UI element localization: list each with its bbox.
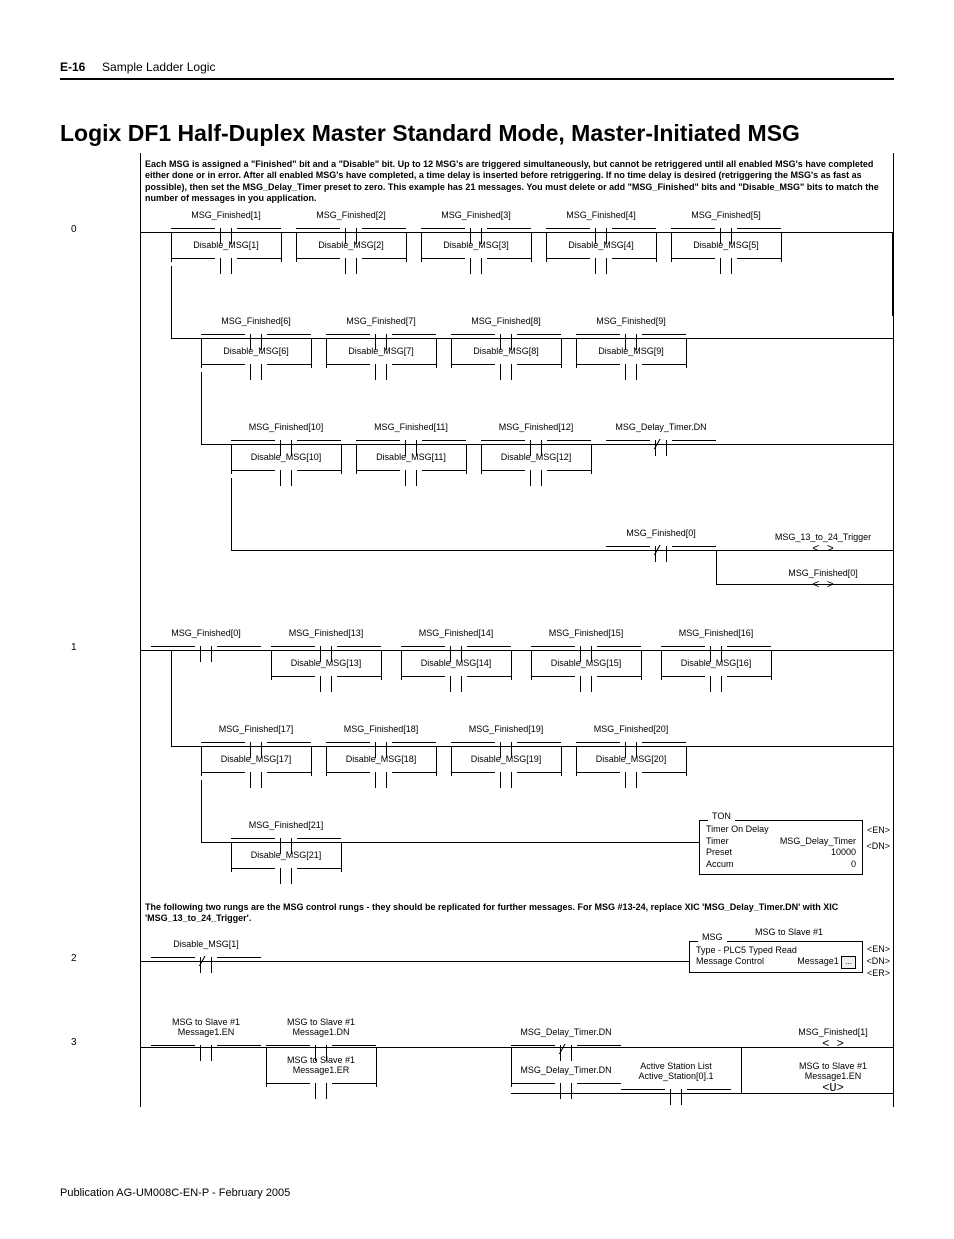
msg-instruction: MSG Type - PLC5 Typed Read Message Contr… — [689, 941, 863, 973]
page-title: Logix DF1 Half-Duplex Master Standard Mo… — [60, 120, 894, 147]
section-title: Sample Ladder Logic — [102, 60, 215, 74]
page-number: E-16 — [60, 60, 85, 74]
rung-number: 1 — [71, 642, 77, 653]
rung-number: 2 — [71, 953, 77, 964]
ellipsis-button[interactable]: ... — [841, 956, 856, 968]
ladder-diagram: Each MSG is assigned a "Finished" bit an… — [140, 153, 894, 1107]
rung-comment-0: Each MSG is assigned a "Finished" bit an… — [141, 157, 893, 210]
publication-footer: Publication AG-UM008C-EN-P - February 20… — [60, 1187, 894, 1199]
rung-number: 3 — [71, 1037, 77, 1048]
rung-number: 0 — [71, 224, 77, 235]
ton-instruction: TON Timer On Delay TimerMSG_Delay_Timer … — [699, 820, 863, 875]
page-header: E-16 Sample Ladder Logic — [60, 60, 894, 80]
